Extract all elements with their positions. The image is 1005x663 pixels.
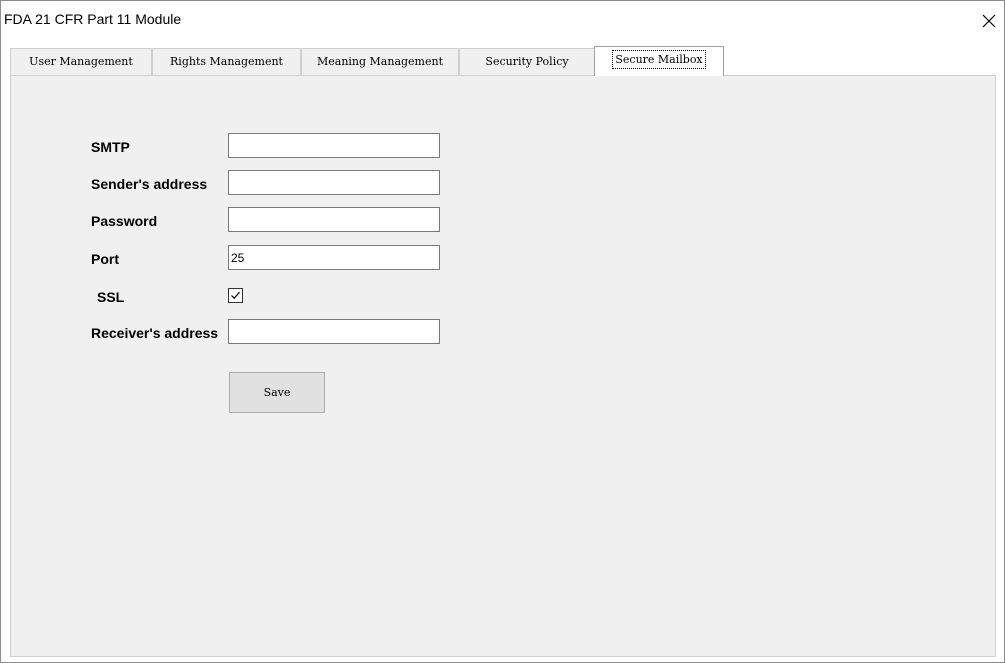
tab-security-policy[interactable]: Security Policy xyxy=(459,48,595,75)
password-input[interactable] xyxy=(228,207,440,232)
check-icon xyxy=(231,291,240,300)
tab-label: User Management xyxy=(29,55,133,68)
smtp-input[interactable] xyxy=(228,133,440,158)
tab-label: Security Policy xyxy=(485,55,569,68)
secure-mailbox-panel: SMTP Sender's address Password Port SSL … xyxy=(10,75,996,657)
tab-rights-management[interactable]: Rights Management xyxy=(152,48,301,75)
close-icon xyxy=(982,14,996,28)
close-button[interactable] xyxy=(974,5,1004,37)
port-input[interactable] xyxy=(228,245,440,270)
main-window: FDA 21 CFR Part 11 Module User Managemen… xyxy=(0,0,1005,663)
save-button[interactable]: Save xyxy=(229,372,325,413)
tab-label: Secure Mailbox xyxy=(612,50,706,69)
sender-address-input[interactable] xyxy=(228,170,440,195)
password-label: Password xyxy=(91,213,158,229)
tab-secure-mailbox[interactable]: Secure Mailbox xyxy=(594,46,724,76)
tab-meaning-management[interactable]: Meaning Management xyxy=(301,48,459,75)
smtp-label: SMTP xyxy=(91,139,130,155)
tab-label: Rights Management xyxy=(170,55,283,68)
tab-label: Meaning Management xyxy=(316,55,444,68)
port-label: Port xyxy=(91,251,119,267)
ssl-checkbox[interactable] xyxy=(228,288,243,303)
title-bar: FDA 21 CFR Part 11 Module xyxy=(1,1,1004,41)
sender-address-label: Sender's address xyxy=(91,176,208,192)
window-title: FDA 21 CFR Part 11 Module xyxy=(4,11,182,27)
receiver-address-label: Receiver's address xyxy=(91,325,219,341)
ssl-label: SSL xyxy=(97,289,125,305)
receiver-address-input[interactable] xyxy=(228,319,440,344)
tab-user-management[interactable]: User Management xyxy=(10,48,152,75)
